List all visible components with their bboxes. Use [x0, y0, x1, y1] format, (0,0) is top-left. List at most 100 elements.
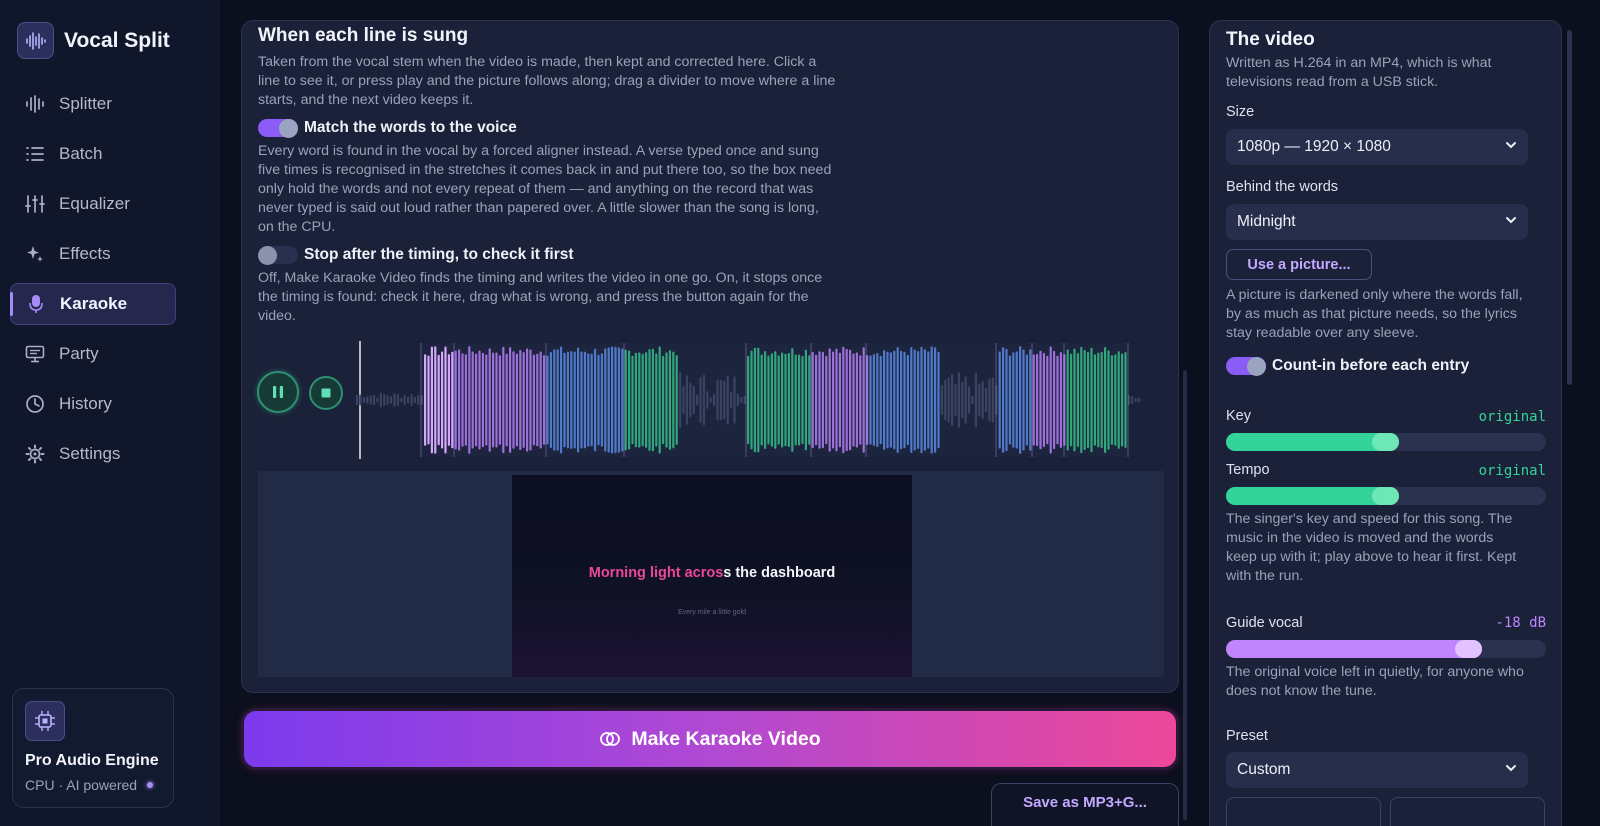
waveform-bar [597, 354, 600, 446]
waveform-bar [900, 350, 903, 450]
waveform-bar [832, 351, 835, 449]
waveform-bar [791, 348, 794, 452]
tempo-slider[interactable] [1226, 487, 1546, 505]
sidebar-item-history[interactable]: History [10, 383, 176, 425]
sidebar-item-label: Batch [59, 144, 103, 163]
make-karaoke-video-button[interactable]: Make Karaoke Video [244, 711, 1176, 767]
waveform-bar [889, 352, 892, 448]
waveform-bar [764, 351, 767, 449]
sidebar-item-splitter[interactable]: Splitter [10, 83, 176, 125]
stop-after-timing-label: Stop after the timing, to check it first [304, 246, 574, 263]
waveform-bar [781, 352, 784, 448]
waveform-bar [1070, 353, 1073, 447]
waveform-bar [539, 351, 542, 449]
save-mp3g-button[interactable]: Save as MP3+G... [991, 783, 1179, 826]
waveform-bar [675, 355, 678, 445]
waveform-bar [893, 350, 896, 450]
waveform-bar [1012, 352, 1015, 448]
waveform-bar [991, 377, 994, 423]
engine-card: Pro Audio Engine CPU · AI powered [12, 688, 174, 808]
waveform-bar [573, 351, 576, 449]
sliders-icon [25, 194, 45, 214]
waveform-bar [1046, 355, 1049, 445]
tempo-slider-thumb[interactable] [1372, 487, 1399, 505]
background-select-value: Midnight [1237, 213, 1296, 230]
stop-after-timing-toggle[interactable] [258, 246, 298, 265]
waveform-bar [981, 381, 984, 419]
waveform-bar [1066, 349, 1069, 451]
waveform-bar [920, 346, 923, 454]
timing-description: Taken from the vocal stem when the video… [258, 54, 836, 108]
waveform-bar [930, 346, 933, 454]
waveform-bar [532, 354, 535, 446]
waveform-bar [957, 372, 960, 428]
waveform-bar [947, 377, 950, 423]
vocal-waveform[interactable] [256, 339, 1156, 461]
preset-select-value: Custom [1237, 761, 1291, 778]
waveform-bar [386, 395, 389, 405]
waveform-bar [1056, 355, 1059, 445]
sidebar-nav: Splitter Batch Equalizer Effects Karaoke… [10, 83, 176, 483]
waveform-bar [903, 351, 906, 449]
preset-save-button[interactable] [1226, 797, 1381, 826]
waveform-bar [522, 351, 525, 449]
preset-select[interactable]: Custom [1226, 752, 1528, 788]
sidebar-item-party[interactable]: Party [10, 333, 176, 375]
sidebar-item-karaoke[interactable]: Karaoke [10, 283, 176, 325]
waveform-bar [607, 347, 610, 453]
waveform-bar [1100, 351, 1103, 449]
sidebar-item-settings[interactable]: Settings [10, 433, 176, 475]
waveform-bar [825, 355, 828, 445]
waveform-bar [393, 393, 396, 407]
waveform-bar [1138, 397, 1141, 403]
waveform-bar [978, 383, 981, 417]
waveform-bar [492, 352, 495, 448]
guide-vocal-note: The original voice left in quietly, for … [1226, 664, 1524, 699]
waveform-bar [427, 355, 430, 445]
sidebar-item-label: Effects [59, 244, 111, 263]
toggle-knob [258, 246, 277, 265]
key-slider[interactable] [1226, 433, 1546, 451]
waveform-bar [458, 349, 461, 451]
main-scrollbar[interactable] [1183, 370, 1187, 820]
waveform-bar [682, 386, 685, 414]
match-words-toggle[interactable] [258, 119, 298, 138]
guide-vocal-slider[interactable] [1226, 640, 1546, 658]
background-select[interactable]: Midnight [1226, 204, 1528, 240]
preview-screen: Morning light across the dashboard Every… [512, 475, 912, 677]
sidebar-item-equalizer[interactable]: Equalizer [10, 183, 176, 225]
rings-icon [600, 732, 621, 746]
key-slider-thumb[interactable] [1372, 433, 1399, 451]
key-tempo-note: The singer's key and speed for this song… [1226, 511, 1517, 584]
waveform-bar [495, 352, 498, 448]
monitor-icon [25, 344, 45, 364]
sidebar-item-effects[interactable]: Effects [10, 233, 176, 275]
size-select[interactable]: 1080p — 1920 × 1080 [1226, 129, 1528, 165]
waveform-bar [369, 395, 372, 405]
preset-delete-button[interactable] [1390, 797, 1545, 826]
waveform-bar [706, 391, 709, 409]
waveform-bar [954, 383, 957, 417]
count-in-toggle[interactable] [1226, 357, 1266, 376]
waveform-bar [1087, 352, 1090, 448]
waveform-bar [910, 347, 913, 453]
settings-scrollbar[interactable] [1567, 30, 1572, 385]
use-picture-button[interactable]: Use a picture... [1226, 249, 1372, 280]
waveform-bar [940, 385, 943, 415]
waveform-bar [974, 372, 977, 428]
waveform-bar [417, 394, 420, 406]
waveform-bar [1036, 353, 1039, 447]
waveform-bar [774, 351, 777, 449]
waveform-bar [719, 379, 722, 421]
waveform-bar [628, 350, 631, 450]
sidebar-item-batch[interactable]: Batch [10, 133, 176, 175]
picture-note: A picture is darkened only where the wor… [1226, 287, 1523, 341]
app-name: Vocal Split [64, 28, 170, 52]
waveform-bar [679, 372, 682, 428]
waveform-bar [917, 351, 920, 449]
lyric-sung-part: Morning light acros [588, 565, 724, 581]
waveform-bar [1032, 354, 1035, 446]
waveform-bar [896, 346, 899, 454]
guide-vocal-slider-thumb[interactable] [1455, 640, 1482, 658]
waveform-bar [713, 393, 716, 407]
